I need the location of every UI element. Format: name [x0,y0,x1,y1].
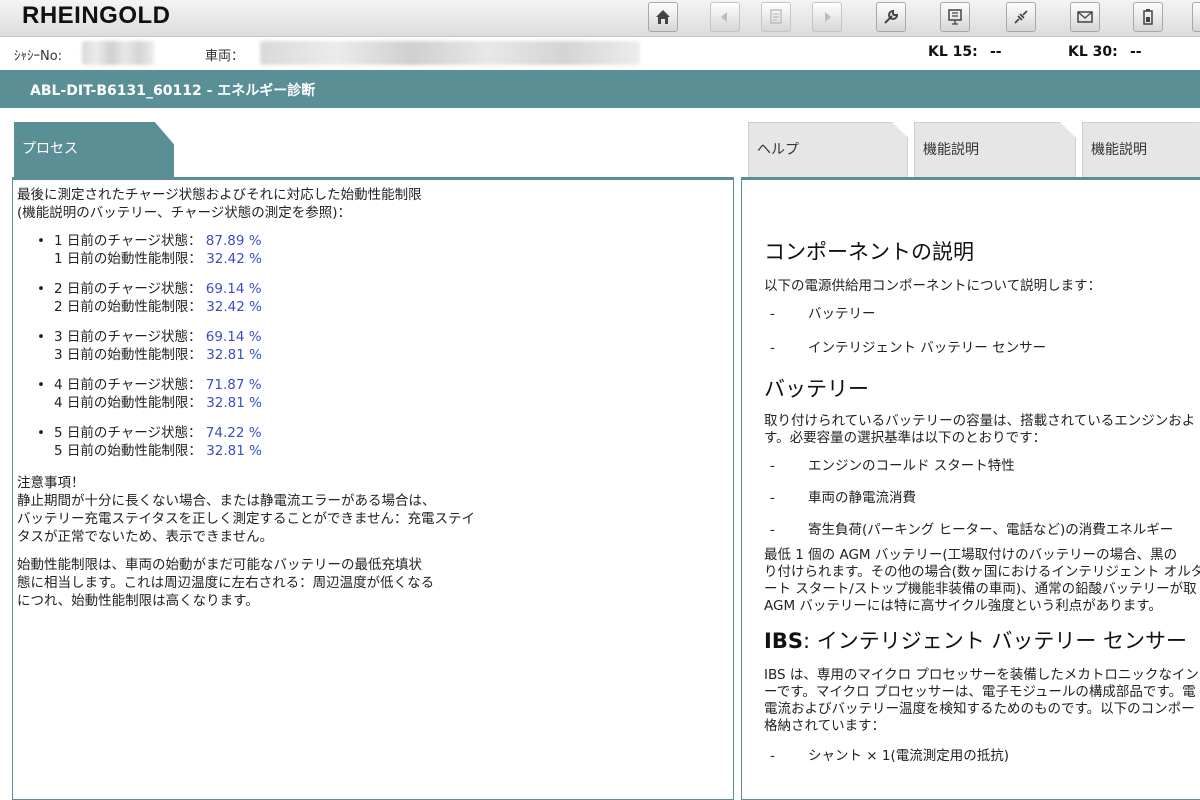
process-intro-2: (機能説明のバッテリー、チャージ状態の測定を参照)： [17,205,351,221]
mail-icon [1077,11,1093,23]
start-limit-value: 32.81 % [206,395,262,411]
list-item: • 1 日前のチャージ状態： 87.89 % 1 日前の始動性能制限： 32.4… [37,233,262,267]
test-module-title-bar: ABL-DIT-B6131_60112 - エネルギー診断 [0,70,1200,108]
connection-button[interactable] [1006,2,1036,32]
note-line: 静止期間が十分に長くない場合、または静電流エラーがある場合は、 [17,493,436,509]
vehicle-label: 車両： [205,49,245,64]
start-limit-value: 32.81 % [206,347,262,363]
battery-icon [1143,9,1153,25]
kl15-value: -- [990,44,1002,60]
service-functions-button[interactable] [876,2,906,32]
battery-heading: バッテリー [764,377,869,401]
process-content: 最後に測定されたチャージ状態およびそれに対応した始動性能制限 (機能説明のバッテ… [17,186,477,610]
home-button[interactable] [648,2,678,32]
charge-value: 87.89 % [205,233,262,249]
note2-line: につれ、始動性能制限は高くなります。 [17,593,259,609]
forward-button[interactable] [812,2,842,32]
battery-button[interactable] [1133,2,1163,32]
note2-line: 態に相当します。これは周辺温度に左右される：周辺温度が低くなる [17,575,435,591]
tab-function-description-2[interactable]: 機能説明 [1082,122,1200,178]
list-item: - 寄生負荷(パーキング ヒーター、電話など)の消費エネルギー [770,522,1174,538]
connection-icon [1014,10,1028,24]
mail-button[interactable] [1070,2,1100,32]
tab-function-description-1[interactable]: 機能説明 [914,122,1076,178]
start-limit-value: 32.81 % [206,443,262,459]
chassis-label: ｼｬｼｰNo: [14,49,63,64]
description-content: コンポーネントの説明 以下の電源供給用コンポーネントについて説明します： - バッ… [764,238,1200,765]
overflow-button[interactable] [1192,2,1200,32]
vehicle-data-icon [948,9,962,25]
kl15-label: KL 15: [928,44,978,60]
component-intro: 以下の電源供給用コンポーネントについて説明します： [764,278,1102,294]
ibs-heading: IBS: インテリジェント バッテリー センサー [764,629,1188,653]
list-item: • 3 日前のチャージ状態： 69.14 % 3 日前の始動性能制限： 32.8… [37,329,262,363]
tab-help[interactable]: ヘルプ [748,122,908,178]
vehicle-name-redacted [260,41,640,65]
document-button[interactable] [761,2,791,32]
list-item: - バッテリー [770,306,876,322]
charge-value: 74.22 % [205,425,262,441]
start-limit-value: 32.42 % [206,299,262,315]
description-panel: コンポーネントの説明 以下の電源供給用コンポーネントについて説明します： - バッ… [741,177,1200,800]
component-description-heading: コンポーネントの説明 [764,240,974,264]
list-item: • 4 日前のチャージ状態： 71.87 % 4 日前の始動性能制限： 32.8… [37,377,262,411]
charge-value: 69.14 % [205,281,262,297]
note-line: バッテリー充電ステイタスを正しく測定することができません：充電ステイ [17,511,476,527]
tab-process[interactable]: プロセス [14,122,174,178]
agm-text: AGM バッテリーには特に高サイクル強度という利点があります。 [764,598,1162,614]
list-item: - エンジンのコールド スタート特性 [770,458,1015,474]
ibs-text: 電流およびバッテリー温度を検知するためのものです。以下のコンポー [764,701,1195,717]
list-item: • 2 日前のチャージ状態： 69.14 % 2 日前の始動性能制限： 32.4… [37,281,262,315]
ibs-text: ーです。マイクロ プロセッサーは、電子モジュールの構成部品です。電 [764,684,1196,700]
back-button[interactable] [710,2,740,32]
agm-text: り付けられます。その他の場合(数ヶ国におけるインテリジェント オルタ [764,564,1200,580]
charge-value: 69.14 % [205,329,262,345]
kl30-label: KL 30: [1068,44,1118,60]
start-limit-value: 32.42 % [206,251,262,267]
battery-text: 取り付けられているバッテリーの容量は、搭載されているエンジンおよ [764,413,1196,429]
vehicle-info-row: ｼｬｼｰNo: 車両： KL 15: -- KL 30: -- [0,37,1200,70]
forward-icon [825,12,831,22]
agm-text: ート スタート/ストップ機能非装備の車両)、通常の鉛酸バッテリーが取 [764,581,1197,597]
list-item: - インテリジェント バッテリー センサー [770,340,1047,356]
wrench-icon [884,9,899,24]
ibs-text: IBS は、専用のマイクロ プロセッサーを装備したメカトロニックなインテ [764,667,1200,683]
process-intro: 最後に測定されたチャージ状態およびそれに対応した始動性能制限 [17,187,422,203]
agm-text: 最低 1 個の AGM バッテリー(工場取付けのバッテリーの場合、黒の [764,547,1178,563]
list-item: - シャント × 1(電流測定用の抵抗) [770,748,1010,764]
vehicle-data-button[interactable] [940,2,970,32]
list-item: - 車両の静電流消費 [770,490,916,506]
top-toolbar: RHEINGOLD [0,0,1200,37]
process-panel: 最後に測定されたチャージ状態およびそれに対応した始動性能制限 (機能説明のバッテ… [12,177,734,800]
list-item: • 5 日前のチャージ状態： 74.22 % 5 日前の始動性能制限： 32.8… [37,425,262,459]
ibs-text: 格納されています： [764,718,886,734]
home-icon [656,10,670,24]
chassis-number-redacted [82,41,154,65]
note-title: 注意事項！ [17,475,85,491]
document-icon [770,9,782,24]
back-icon [721,12,727,22]
kl30-value: -- [1130,44,1142,60]
battery-text: す。必要容量の選択基準は以下のとおりです： [764,430,1047,446]
note2-line: 始動性能制限は、車両の始動がまだ可能なバッテリーの最低充填状 [17,557,422,573]
charge-value: 71.87 % [205,377,262,393]
note-line: タスが正常でないため、表示できません。 [17,529,274,545]
charge-history-list: • 1 日前のチャージ状態： 87.89 % 1 日前の始動性能制限： 32.4… [17,232,477,460]
app-title: RHEINGOLD [22,2,171,29]
test-module-title: ABL-DIT-B6131_60112 - エネルギー診断 [30,83,316,99]
